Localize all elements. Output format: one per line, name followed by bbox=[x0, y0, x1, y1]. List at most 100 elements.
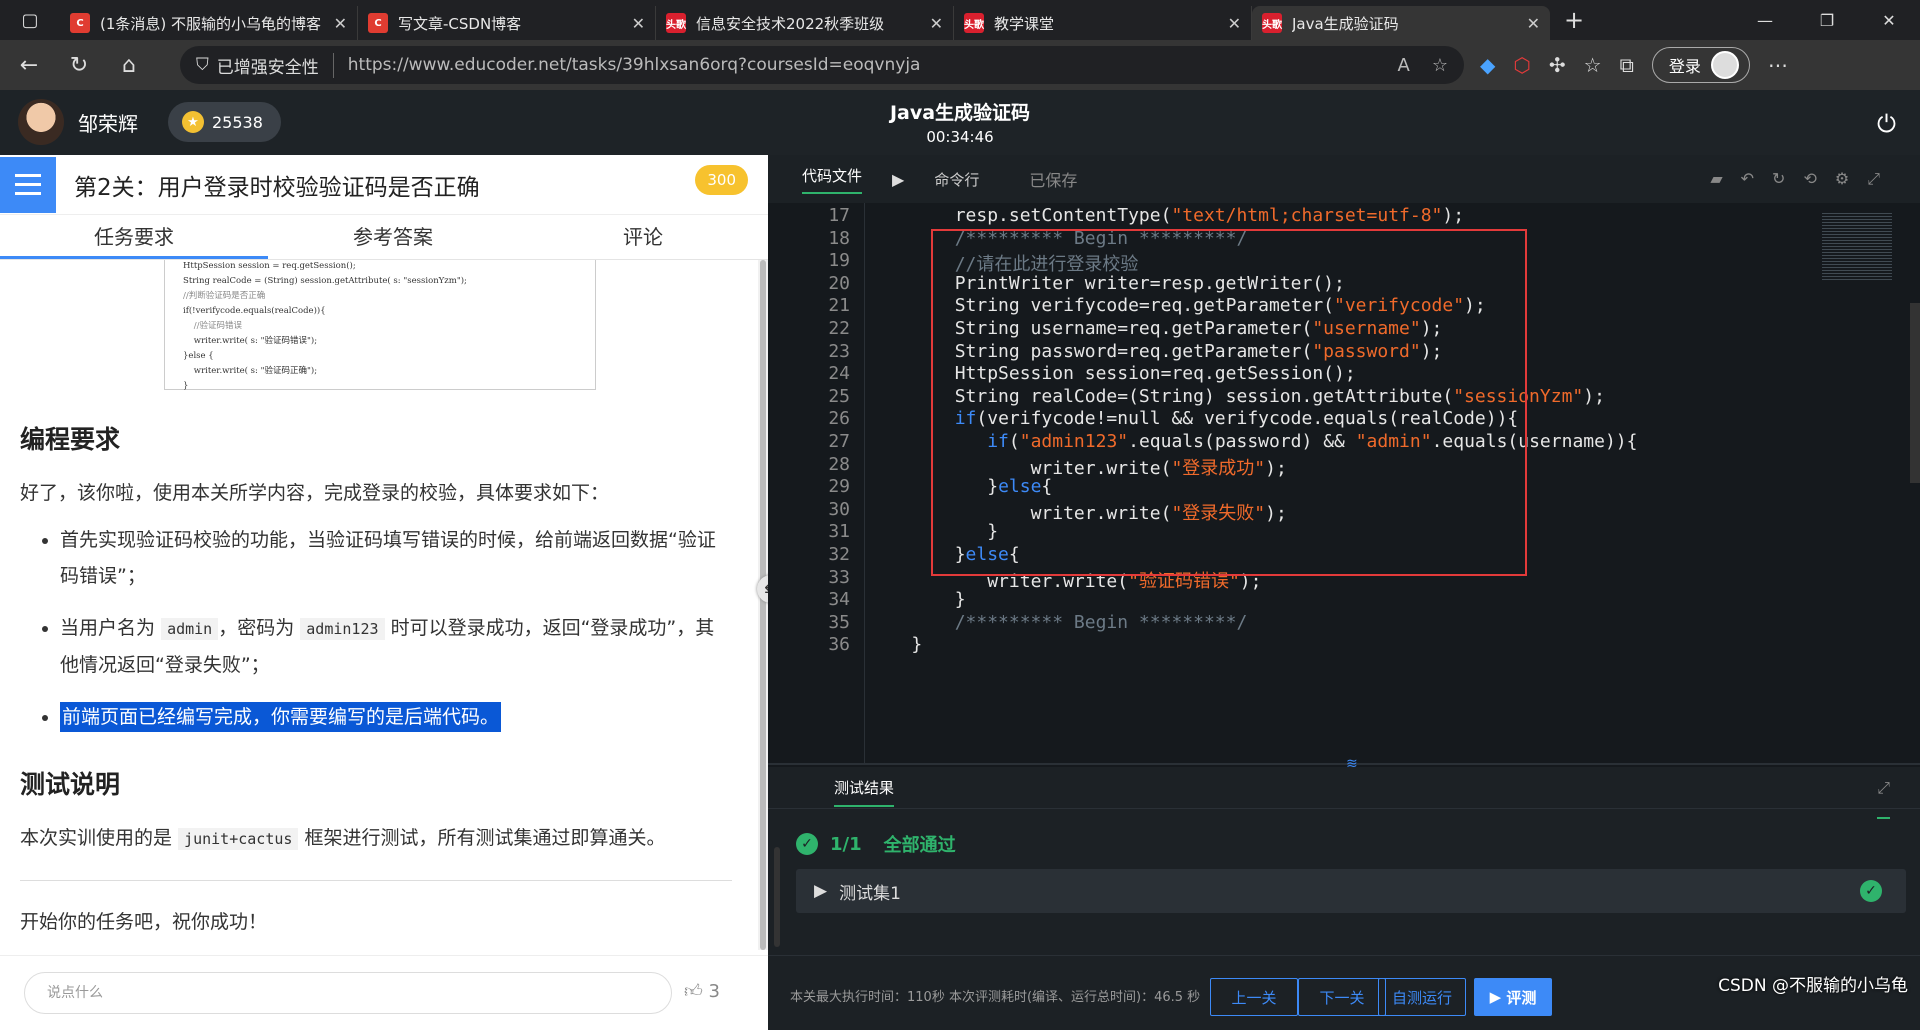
snippet-line: if(!verifycode.equals(realCode)){ bbox=[183, 306, 326, 316]
line-number: 31 bbox=[828, 521, 850, 543]
refresh-icon[interactable]: ↻ bbox=[54, 40, 104, 90]
caret-right-icon: ▶ bbox=[814, 881, 828, 901]
url-bar[interactable]: ⛉ 已增强安全性 https://www.educoder.net/tasks/… bbox=[180, 46, 1464, 84]
extension-color-icon[interactable]: ◆ bbox=[1480, 53, 1495, 77]
favorite-add-icon[interactable]: ☆ bbox=[1432, 55, 1448, 76]
security-indicator[interactable]: ⛉ 已增强安全性 bbox=[196, 52, 334, 78]
pass-count: 1/1 bbox=[830, 833, 862, 855]
line-number: 21 bbox=[828, 295, 850, 317]
new-tab-button[interactable]: + bbox=[1550, 6, 1598, 34]
browser-tab-bar: ▢ C (1条消息) 不服输的小乌龟的博客 ✕ C 写文章-CSDN博客 ✕ 头歌 信息安全技… bbox=[0, 0, 1920, 40]
check-icon: ✓ bbox=[1860, 880, 1882, 902]
line-number: 27 bbox=[828, 431, 850, 452]
like-button[interactable]: 👍︎ 3 bbox=[684, 980, 720, 1002]
tab-comments[interactable]: 评论 bbox=[518, 215, 768, 259]
thumbs-up-icon: 👍︎ bbox=[684, 981, 703, 1002]
code-line[interactable]: } bbox=[868, 589, 966, 610]
site-favicon: 头歌 bbox=[666, 13, 686, 33]
test-description: 本次实训使用的是 junit+cactus 框架进行测试，所有测试集通过即算通关… bbox=[20, 827, 666, 850]
line-number: 33 bbox=[828, 566, 850, 588]
security-label: 已增强安全性 bbox=[216, 57, 319, 78]
line-number: 18 bbox=[828, 227, 850, 249]
folder-icon[interactable]: ▰ bbox=[1710, 169, 1722, 189]
tab-test-results[interactable]: 测试结果 bbox=[834, 779, 895, 807]
snippet-line: //判断验证码是否正确 bbox=[183, 291, 266, 301]
play-icon[interactable]: ▶ bbox=[892, 170, 904, 189]
close-window-icon[interactable]: ✕ bbox=[1858, 0, 1920, 40]
line-number: 28 bbox=[828, 453, 850, 475]
execution-info: 本关最大执行时间：110秒 本次评测耗时(编译、运行总时间)：46.5 秒 bbox=[790, 990, 1201, 1005]
play-circle-icon: ▶ bbox=[1489, 988, 1507, 1006]
evaluate-button[interactable]: ▶ 评测 bbox=[1474, 978, 1552, 1016]
editor-results-splitter[interactable] bbox=[768, 763, 1920, 765]
comment-input[interactable]: 说点什么 bbox=[24, 972, 672, 1014]
like-count: 3 bbox=[708, 981, 720, 1002]
power-icon[interactable]: ⏻ bbox=[1877, 110, 1896, 138]
back-icon[interactable]: ← bbox=[4, 40, 54, 90]
browser-tab[interactable]: C 写文章-CSDN博客 ✕ bbox=[358, 6, 656, 40]
site-favicon: C bbox=[368, 13, 388, 33]
settings-gear-icon[interactable]: ⚙ bbox=[1835, 169, 1849, 189]
section-title-requirements: 编程要求 bbox=[20, 425, 121, 454]
requirement-item: 首先实现验证码校验的功能，当验证码填写错误的时候，给前端返回数据“验证码错误”； bbox=[60, 522, 732, 594]
browser-tab[interactable]: 头歌 Java生成验证码 ✕ bbox=[1252, 6, 1550, 40]
favorites-icon[interactable]: ☆ bbox=[1584, 53, 1602, 77]
fullscreen-icon[interactable]: ⤢ bbox=[1867, 169, 1880, 189]
reset-icon[interactable]: ⟲ bbox=[1803, 169, 1816, 189]
collections-icon[interactable]: ⧉ bbox=[1620, 53, 1634, 77]
site-favicon: C bbox=[70, 13, 90, 33]
tab-requirements[interactable]: 任务要求 bbox=[0, 215, 268, 259]
reload-icon[interactable]: ↻ bbox=[1772, 169, 1785, 189]
undo-icon[interactable]: ↶ bbox=[1741, 169, 1754, 189]
task-title: 第2关：用户登录时校验验证码是否正确 bbox=[74, 174, 480, 201]
tab-command-line[interactable]: 命令行 bbox=[934, 169, 979, 190]
tab-reference-answer[interactable]: 参考答案 bbox=[268, 215, 518, 259]
browser-tab[interactable]: 头歌 信息安全技术2022秋季班级 ✕ bbox=[656, 6, 954, 40]
timer: 00:34:46 bbox=[926, 128, 994, 146]
profile-avatar bbox=[1710, 51, 1739, 79]
test-set-row[interactable]: ▶ 测试集1 ✓ bbox=[796, 869, 1906, 913]
line-number: 23 bbox=[828, 340, 850, 362]
maximize-icon[interactable]: ❐ bbox=[1796, 0, 1858, 40]
left-scrollbar[interactable] bbox=[758, 260, 768, 950]
close-tab-icon[interactable]: ✕ bbox=[1228, 14, 1241, 33]
more-menu-icon[interactable]: ⋯ bbox=[1768, 53, 1788, 77]
editor-scrollbar[interactable] bbox=[1910, 303, 1920, 483]
read-aloud-icon[interactable]: A bbox=[1398, 55, 1410, 76]
self-test-button[interactable]: 自测运行 bbox=[1378, 978, 1466, 1016]
menu-button[interactable] bbox=[0, 156, 56, 213]
extension-red-icon[interactable]: ⬡ bbox=[1513, 53, 1530, 77]
url-text[interactable]: https://www.educoder.net/tasks/39hlxsan6… bbox=[348, 55, 921, 75]
results-scrollbar[interactable] bbox=[774, 847, 780, 947]
tab-actions-icon[interactable]: ▢ bbox=[0, 0, 60, 40]
close-tab-icon[interactable]: ✕ bbox=[930, 14, 943, 33]
page-title: Java生成验证码 bbox=[889, 102, 1031, 124]
tab-code-file[interactable]: 代码文件 bbox=[802, 165, 863, 194]
start-text: 开始你的任务吧，祝你成功！ bbox=[20, 911, 268, 933]
line-number: 26 bbox=[828, 408, 850, 430]
expand-icon[interactable]: ⤢ bbox=[1877, 767, 1890, 819]
snippet-line: String realCode = (String) session.getAt… bbox=[183, 276, 467, 286]
splitter-handle-icon[interactable]: ≋ bbox=[1346, 756, 1358, 772]
minimize-icon[interactable]: — bbox=[1734, 0, 1796, 40]
next-level-button[interactable]: 下一关 bbox=[1298, 978, 1386, 1016]
prev-level-button[interactable]: 上一关 bbox=[1210, 978, 1298, 1016]
profile-login-button[interactable]: 登录 bbox=[1651, 47, 1750, 83]
line-number: 35 bbox=[828, 611, 850, 633]
code-line[interactable]: } bbox=[868, 634, 922, 655]
requirement-item: 当用户名为 admin，密码为 admin123 时可以登录成功，返回“登录成功… bbox=[60, 610, 732, 683]
line-number: 30 bbox=[828, 498, 850, 520]
minimap[interactable] bbox=[1822, 211, 1892, 281]
home-icon[interactable]: ⌂ bbox=[104, 40, 154, 90]
close-tab-icon[interactable]: ✕ bbox=[334, 14, 347, 33]
code-line[interactable]: resp.setContentType("text/html;charset=u… bbox=[868, 205, 1464, 226]
line-number: 29 bbox=[828, 476, 850, 498]
browser-tab[interactable]: 头歌 教学课堂 ✕ bbox=[954, 6, 1252, 40]
close-tab-icon[interactable]: ✕ bbox=[632, 14, 645, 33]
code-line[interactable]: /********* Begin *********/ bbox=[868, 612, 1248, 633]
points-badge: 300 bbox=[695, 165, 748, 195]
code-screenshot: HttpSession session = req.getSession(); S… bbox=[164, 260, 596, 391]
close-tab-icon[interactable]: ✕ bbox=[1527, 14, 1540, 33]
extensions-icon[interactable]: ✣ bbox=[1549, 53, 1566, 77]
browser-tab[interactable]: C (1条消息) 不服输的小乌龟的博客 ✕ bbox=[60, 6, 358, 40]
